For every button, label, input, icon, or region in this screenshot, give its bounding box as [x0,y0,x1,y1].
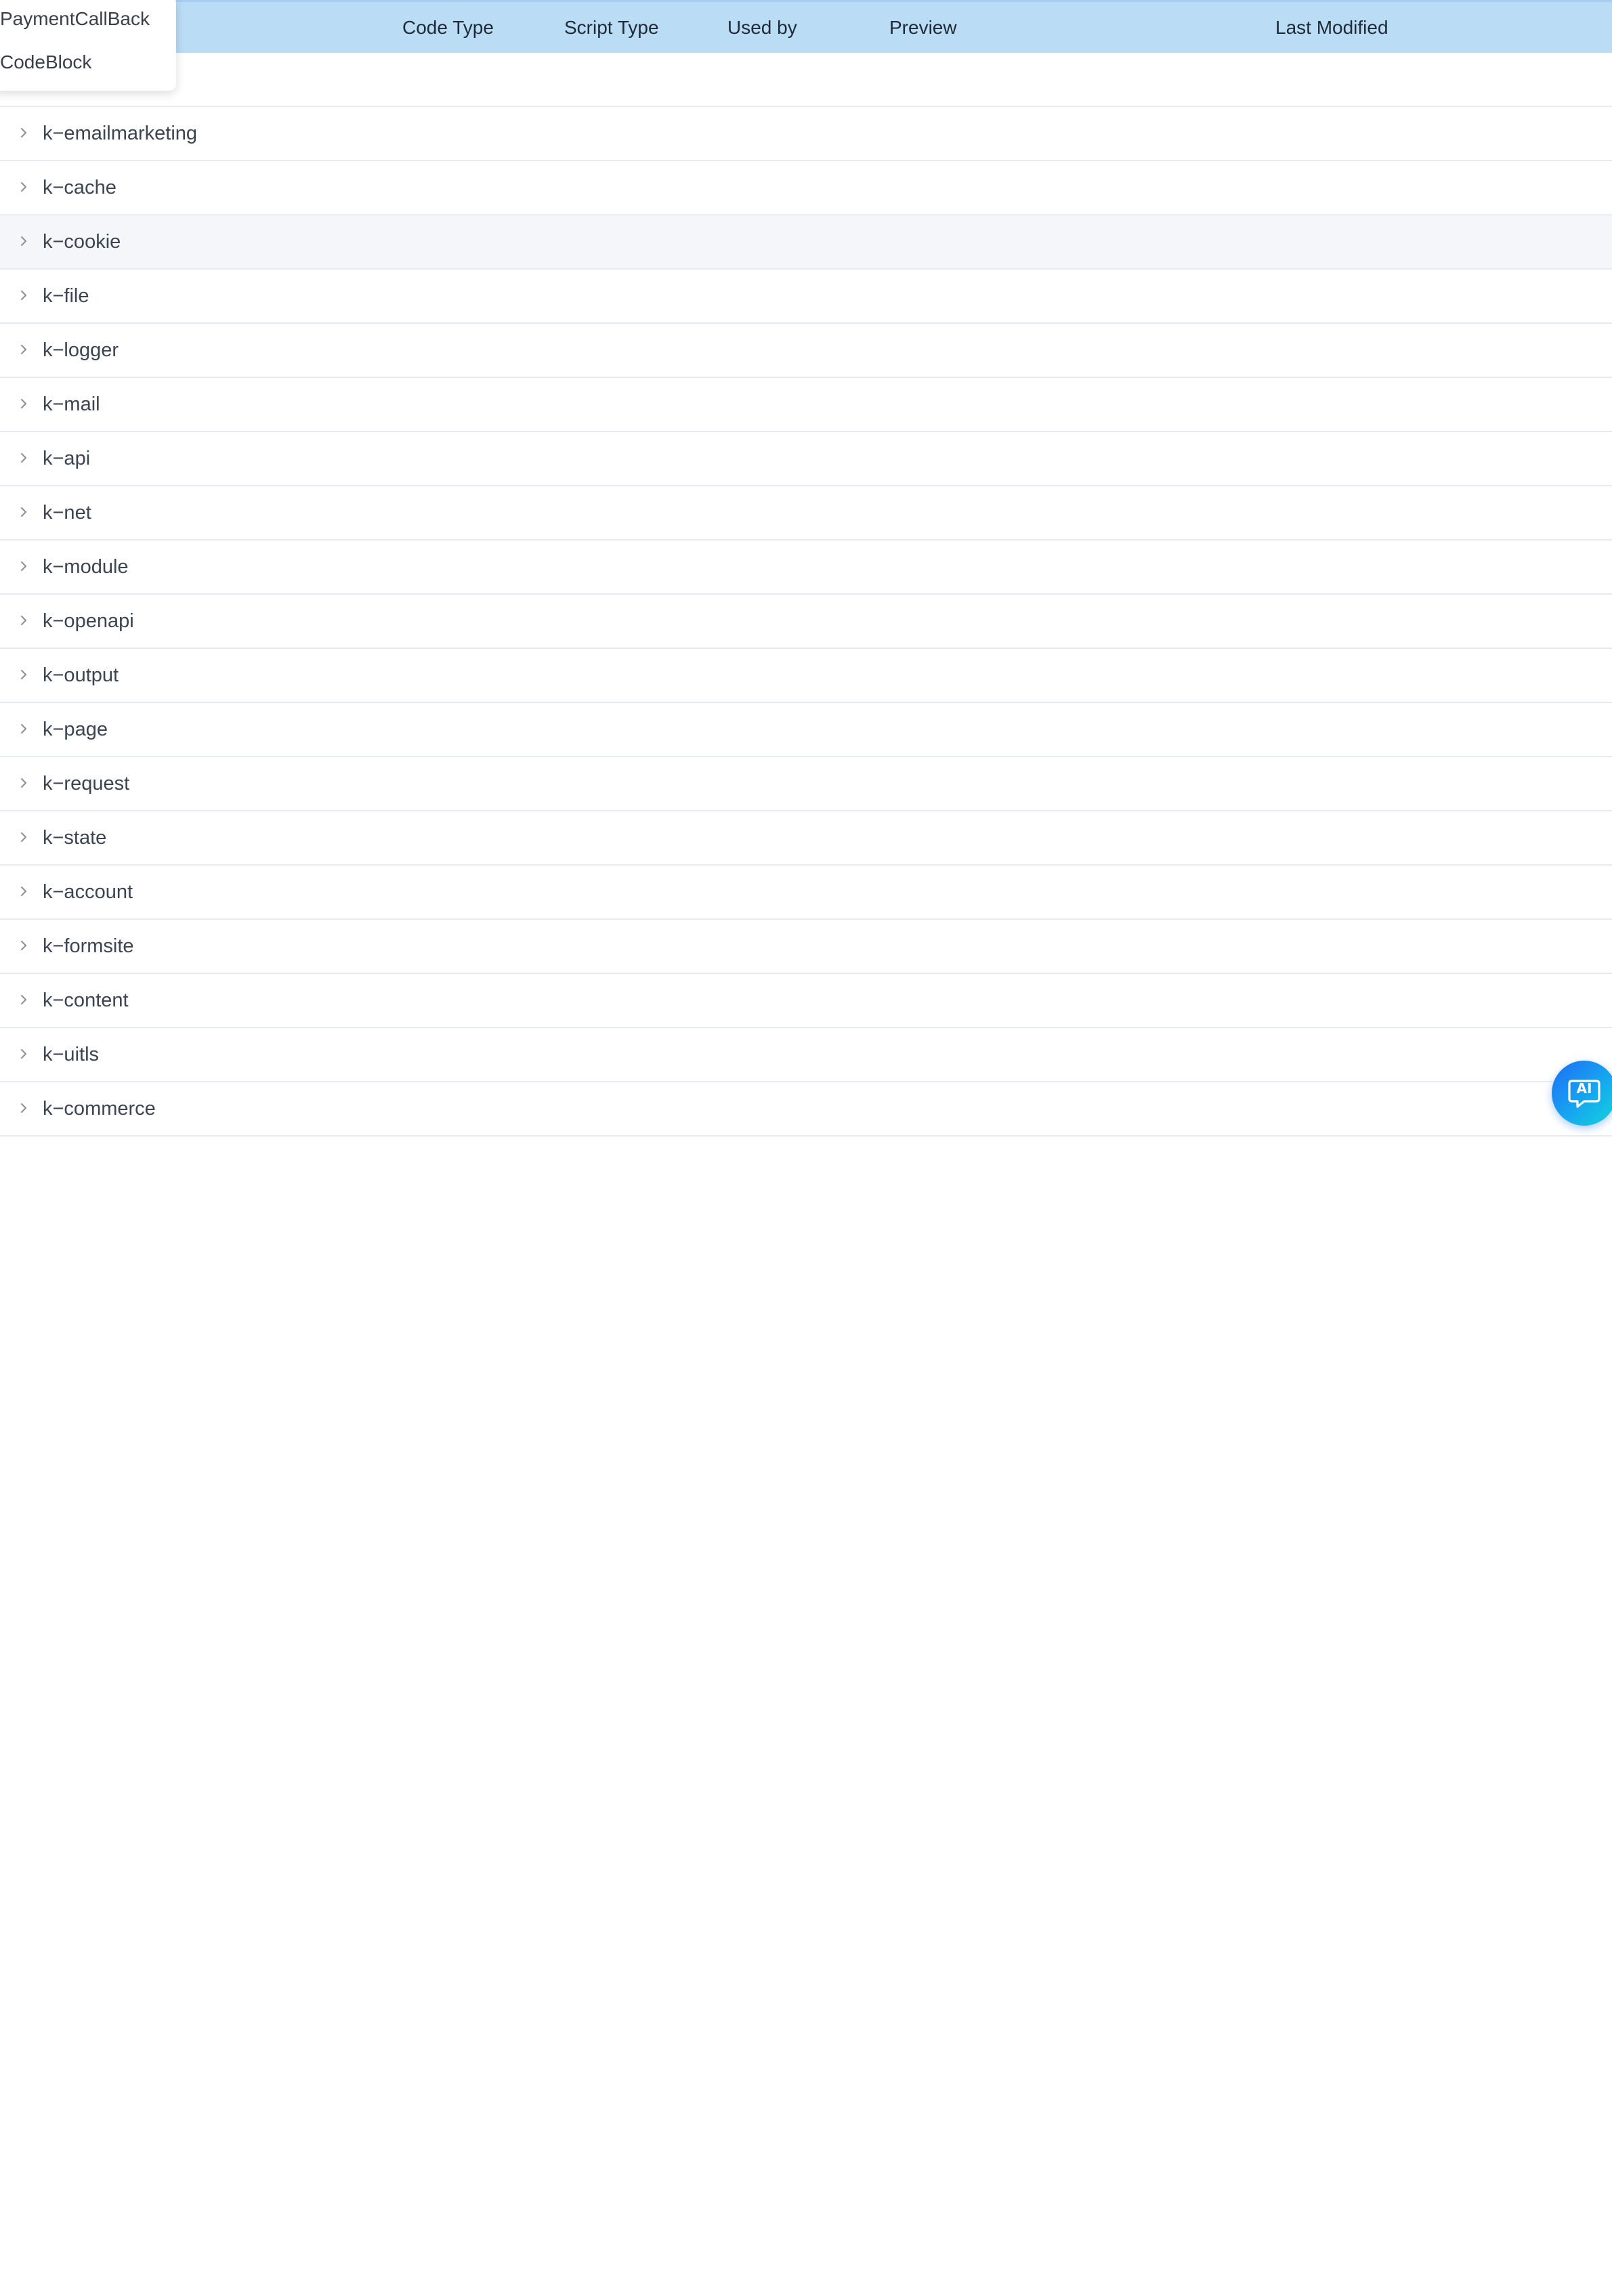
dropdown-item-paymentcallback[interactable]: PaymentCallBack [0,0,150,38]
table-row-empty [0,53,1612,107]
chevron-right-icon[interactable] [16,450,31,465]
chevron-right-icon[interactable] [16,1046,31,1061]
dropdown-item-codeblock[interactable]: CodeBlock [0,43,91,81]
table-row[interactable]: k−page [0,703,1612,757]
row-label: k−api [43,448,91,469]
chevron-right-icon[interactable] [16,125,31,140]
chevron-right-icon[interactable] [16,396,31,411]
row-label: k−formsite [43,935,134,957]
chevron-right-icon[interactable] [16,613,31,628]
table-row[interactable]: k−net [0,486,1612,540]
row-label: k−uitls [43,1044,100,1065]
table-row[interactable]: k−output [0,649,1612,703]
type-dropdown-menu: PaymentCallBack CodeBlock [0,0,176,91]
row-label: k−openapi [43,610,134,632]
column-header-last-modified[interactable]: Last Modified [1275,2,1388,53]
row-label: k−output [43,664,119,686]
table-body: k−emailmarketing k−cache k−cookie k−file… [0,53,1612,1136]
row-label: k−account [43,881,133,903]
table-row[interactable]: k−emailmarketing [0,107,1612,161]
ai-assistant-button[interactable]: AI [1552,1061,1612,1126]
row-label: k−cookie [43,231,121,253]
table-row[interactable]: k−api [0,432,1612,486]
chevron-right-icon[interactable] [16,505,31,519]
chevron-right-icon[interactable] [16,938,31,953]
table-row[interactable]: k−logger [0,324,1612,378]
row-label: k−content [43,990,129,1011]
table-row[interactable]: k−commerce [0,1082,1612,1136]
column-header-script-type[interactable]: Script Type [564,2,659,53]
row-label: k−logger [43,339,119,361]
row-label: k−commerce [43,1098,156,1120]
table-row[interactable]: k−content [0,974,1612,1028]
ai-button-label: AI [1576,1080,1592,1097]
chevron-right-icon[interactable] [16,179,31,194]
table-row[interactable]: k−file [0,270,1612,324]
row-label: k−state [43,827,107,849]
row-label: k−module [43,556,129,578]
chevron-right-icon[interactable] [16,721,31,736]
table-row[interactable]: k−cache [0,161,1612,215]
chevron-right-icon[interactable] [16,342,31,357]
row-label: k−page [43,719,108,740]
table-row[interactable]: k−account [0,866,1612,920]
column-header-used-by[interactable]: Used by [727,2,797,53]
table-row[interactable]: k−uitls [0,1028,1612,1082]
chevron-right-icon[interactable] [16,288,31,303]
row-label: k−request [43,773,130,794]
table-row[interactable]: k−openapi [0,595,1612,649]
column-header-preview[interactable]: Preview [889,2,957,53]
row-label: k−mail [43,394,100,415]
page: Code Type Script Type Used by Preview La… [0,0,1612,2296]
table-row[interactable]: k−mail [0,378,1612,432]
chevron-right-icon[interactable] [16,884,31,899]
column-header-code-type[interactable]: Code Type [402,2,494,53]
row-label: k−emailmarketing [43,123,198,144]
table-row[interactable]: k−module [0,540,1612,595]
chevron-right-icon[interactable] [16,1101,31,1115]
row-label: k−cache [43,177,116,198]
row-label: k−net [43,502,91,524]
table-row[interactable]: k−request [0,757,1612,811]
chevron-right-icon[interactable] [16,234,31,249]
chevron-right-icon[interactable] [16,830,31,845]
table-header: Code Type Script Type Used by Preview La… [0,0,1612,53]
chevron-right-icon[interactable] [16,559,31,574]
chevron-right-icon[interactable] [16,667,31,682]
chevron-right-icon[interactable] [16,992,31,1007]
chevron-right-icon[interactable] [16,775,31,790]
table-row[interactable]: k−cookie [0,215,1612,270]
table-row[interactable]: k−formsite [0,920,1612,974]
table-row[interactable]: k−state [0,811,1612,866]
row-label: k−file [43,285,89,307]
